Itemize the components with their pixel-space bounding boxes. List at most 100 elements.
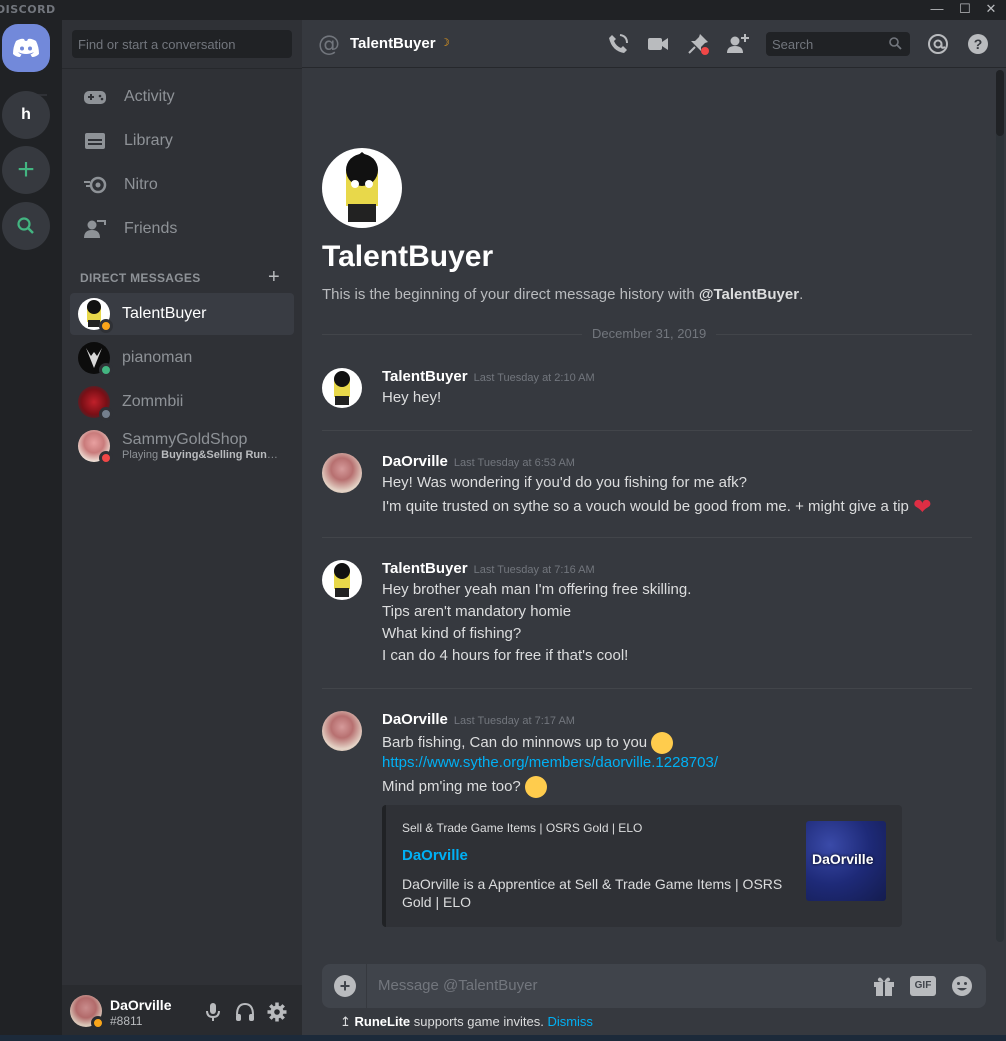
help-icon[interactable]: ? <box>966 32 990 56</box>
avatar[interactable] <box>322 453 362 493</box>
server-h[interactable]: h <box>2 91 50 139</box>
message-text: Hey! Was wondering if you'd do you fishi… <box>382 474 747 491</box>
embed-thumbnail[interactable]: DaOrville <box>806 821 886 901</box>
os-taskbar <box>0 1035 1006 1041</box>
message-author[interactable]: DaOrville Last Tuesday at 6:53 AM <box>382 453 575 470</box>
svg-text:?: ? <box>974 36 983 52</box>
avatar <box>78 342 113 377</box>
nav-nitro[interactable]: Nitro <box>70 164 294 206</box>
find-conversation-input[interactable]: Find or start a conversation <box>72 30 292 58</box>
nav-activity[interactable]: Activity <box>70 76 294 118</box>
message-text-span: I'm quite trusted on sythe so a vouch wo… <box>382 497 914 515</box>
message-author[interactable]: TalentBuyer Last Tuesday at 7:16 AM <box>382 560 595 577</box>
headphones-icon[interactable] <box>234 1001 256 1023</box>
mentions-icon[interactable] <box>926 32 950 56</box>
chat-scrollbar[interactable] <box>996 70 1004 942</box>
nav-library[interactable]: Library <box>70 120 294 162</box>
message-text-span: Mind pm'ing me too? <box>382 777 525 795</box>
game-invite-notice: ↥ RuneLite supports game invites. Dismis… <box>340 1014 593 1029</box>
slight-smile-emoji-icon[interactable] <box>651 732 674 754</box>
add-server-button[interactable]: + <box>2 146 50 194</box>
upload-button[interactable]: + <box>334 975 356 997</box>
add-friend-icon[interactable] <box>726 32 750 56</box>
message-author[interactable]: DaOrville Last Tuesday at 7:17 AM <box>382 711 575 728</box>
dm-name: TalentBuyer <box>122 305 207 322</box>
scroll-thumb[interactable] <box>996 70 1004 136</box>
author-name: DaOrville <box>382 711 448 728</box>
dm-header: DIRECT MESSAGES <box>80 271 201 285</box>
username: DaOrville <box>110 997 172 1013</box>
status-dnd-icon <box>99 451 113 465</box>
intro-desc-suffix: . <box>799 286 804 303</box>
status-idle-icon <box>91 1016 105 1030</box>
dismiss-link[interactable]: Dismiss <box>547 1014 593 1029</box>
message-timestamp: Last Tuesday at 7:16 AM <box>473 564 595 576</box>
status-idle-icon <box>99 319 113 333</box>
video-call-icon[interactable] <box>646 32 670 56</box>
nav-label: Nitro <box>124 176 158 193</box>
message-text: What kind of fishing? <box>382 625 522 642</box>
message-input[interactable]: Message @TalentBuyer <box>378 977 537 994</box>
at-icon: @ <box>318 32 340 57</box>
intro-handle: @TalentBuyer <box>698 286 800 303</box>
avatar[interactable] <box>322 368 362 408</box>
dm-name: pianoman <box>122 349 193 366</box>
avatar[interactable] <box>322 711 362 751</box>
friends-icon <box>82 218 108 240</box>
message-text-span: Barb fishing, Can do minnows up to you <box>382 733 652 751</box>
intro-username: TalentBuyer <box>322 240 494 273</box>
gear-icon[interactable] <box>266 1001 288 1023</box>
search-input[interactable]: Search <box>766 32 910 56</box>
slight-smile-emoji-icon[interactable] <box>524 776 547 798</box>
status-offline-icon <box>99 407 113 421</box>
search-placeholder: Search <box>772 37 814 52</box>
message-composer: + Message @TalentBuyer GIF <box>322 964 986 1008</box>
dm-sidebar: Find or start a conversation Activity Li… <box>62 20 302 1041</box>
profile-link[interactable]: https://www.sythe.org/members/daorville.… <box>382 754 718 771</box>
message-timestamp: Last Tuesday at 6:53 AM <box>453 457 575 469</box>
composer-divider <box>366 964 367 1008</box>
header-username: TalentBuyer <box>350 35 436 52</box>
avatar[interactable] <box>322 560 362 600</box>
avatar <box>78 298 113 333</box>
message-author[interactable]: TalentBuyer Last Tuesday at 2:10 AM <box>382 368 595 385</box>
nav-friends[interactable]: Friends <box>70 208 294 250</box>
nav-label: Activity <box>124 88 175 105</box>
emoji-picker-icon[interactable] <box>950 975 974 997</box>
message-text: Hey hey! <box>382 389 442 406</box>
avatar[interactable] <box>70 995 105 1030</box>
heart-emoji-icon[interactable]: ❤ <box>913 496 931 518</box>
intro-desc-text: This is the beginning of your direct mes… <box>322 286 699 303</box>
gift-icon[interactable] <box>872 975 896 997</box>
pinned-messages-icon[interactable] <box>686 32 710 56</box>
message-text: Hey brother yeah man I'm offering free s… <box>382 581 692 598</box>
dm-activity: Playing Buying&Selling Rune... <box>122 449 282 461</box>
dm-item-pianoman[interactable]: pianoman <box>70 337 294 379</box>
message-timestamp: Last Tuesday at 7:17 AM <box>453 715 575 727</box>
avatar <box>78 386 113 421</box>
dm-item-talentbuyer[interactable]: TalentBuyer <box>70 293 294 335</box>
user-panel: DaOrville #8811 <box>62 985 302 1041</box>
home-button[interactable] <box>2 24 50 72</box>
activity-game: Buying&Selling Rune... <box>161 449 282 461</box>
voice-call-icon[interactable] <box>606 32 630 56</box>
dm-item-zommbii[interactable]: Zommbii <box>70 381 294 423</box>
nav-label: Library <box>124 132 173 149</box>
explore-servers-button[interactable] <box>2 202 50 250</box>
author-name: TalentBuyer <box>382 560 468 577</box>
notice-app: RuneLite <box>354 1014 411 1029</box>
user-tag: #8811 <box>110 1014 143 1028</box>
microphone-icon[interactable] <box>202 1001 224 1023</box>
dm-name: Zommbii <box>122 393 184 410</box>
embed-title[interactable]: DaOrville <box>402 847 468 864</box>
minimize-button[interactable]: — <box>922 0 952 20</box>
embed-provider[interactable]: Sell & Trade Game Items | OSRS Gold | EL… <box>402 821 642 835</box>
search-icon <box>889 37 902 50</box>
library-icon <box>82 130 108 152</box>
gif-button[interactable]: GIF <box>910 976 936 996</box>
notice-text: supports game invites. <box>410 1014 548 1029</box>
close-button[interactable]: ✕ <box>976 0 1006 20</box>
status-online-icon <box>99 363 113 377</box>
create-dm-button[interactable]: + <box>268 266 280 289</box>
dm-item-sammygoldshop[interactable]: SammyGoldShop Playing Buying&Selling Run… <box>70 425 294 467</box>
